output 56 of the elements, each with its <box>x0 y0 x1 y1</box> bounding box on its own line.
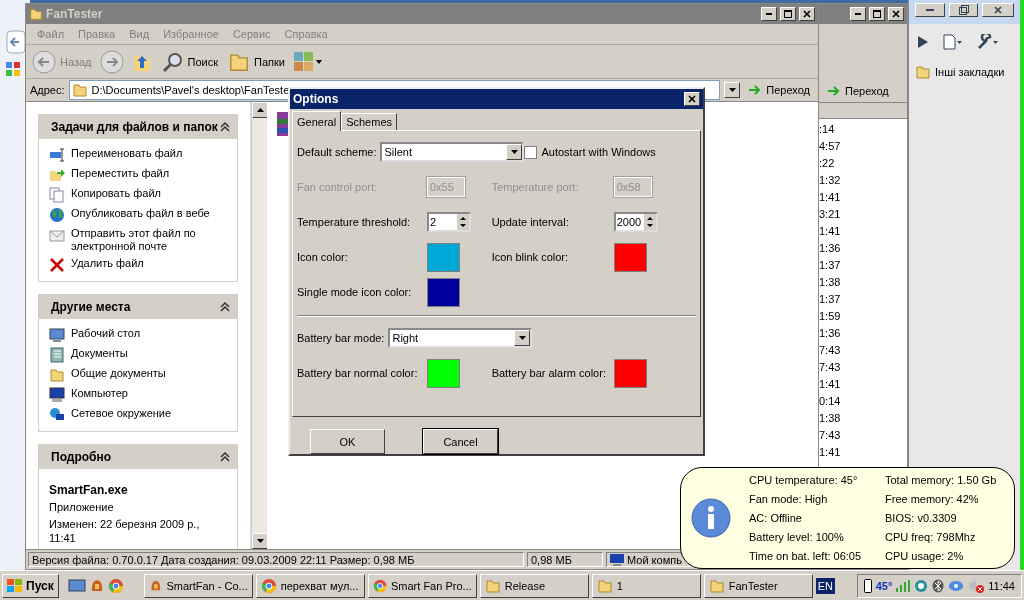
time-cell-text: 1:41 <box>819 377 842 392</box>
input-field: 0x58 <box>613 177 652 198</box>
address-label: Адрес: <box>30 84 65 96</box>
info-text: Battery level: 100% <box>749 529 845 545</box>
field-label: Icon blink color: <box>491 251 570 264</box>
panel-title: Другие места <box>51 300 131 314</box>
field-label: Update interval: <box>491 216 570 229</box>
time-cell-text: 1:36 <box>819 326 842 341</box>
window-title: FanTester <box>46 7 104 21</box>
panel-title: Подробно <box>51 450 112 464</box>
time-cell-text: 0:14 <box>819 394 842 409</box>
time-cell-text: 1:32 <box>819 173 842 188</box>
info-text: Fan mode: High <box>749 491 829 507</box>
field-label: Icon color: <box>297 251 349 264</box>
time-cell-text: 3:21 <box>819 207 842 222</box>
time-cell-text: :14 <box>819 122 836 137</box>
time-cell-text: 1:37 <box>819 292 842 307</box>
time-cell-text: 7:43 <box>819 343 842 358</box>
info-text: CPU freq: 798Mhz <box>885 529 977 545</box>
field-label: Temperature port: <box>491 181 580 194</box>
field-label: Default scheme: <box>297 146 377 159</box>
time-cell-text: 4:57 <box>819 139 842 154</box>
info-text: BIOS: v0.3309 <box>885 510 958 526</box>
temperature-text: 45° <box>875 579 893 592</box>
time-cell-text: 1:38 <box>819 275 842 290</box>
info-text: CPU temperature: 45° <box>749 472 859 488</box>
field-label: Temperature threshold: <box>297 216 412 229</box>
field-label: Single mode icon color: <box>297 286 413 299</box>
panel-title: Задачи для файлов и папок <box>51 120 218 134</box>
clock: 11:44 <box>988 579 1015 592</box>
time-cell-text: :22 <box>819 156 836 171</box>
time-cell-text: 1:41 <box>819 190 842 205</box>
info-text: AC: Offline <box>749 510 803 526</box>
info-text: CPU usage: 2% <box>885 548 965 564</box>
time-cell-text: 7:43 <box>819 360 842 375</box>
status-text: Версия файла: 0.70.0.17 Дата создания: 09.03.2009 22:11 Размер: 0,98 МБ <box>28 552 524 567</box>
checkbox-label: Autostart with Windows <box>541 146 656 159</box>
time-cell-text: 1:38 <box>819 411 842 426</box>
time-cell-text: 1:36 <box>819 241 842 256</box>
time-cell-text: 1:41 <box>819 224 842 239</box>
time-cell-text: 1:41 <box>819 445 842 460</box>
time-cell-text: 1:59 <box>819 309 842 324</box>
input-field: 0x55 <box>427 177 465 198</box>
time-cell-text: 7:43 <box>819 428 842 443</box>
file-modified: Изменен: 22 березня 2009 р., 11:41 <box>49 517 201 545</box>
dialog-title: Options <box>293 92 340 106</box>
status-size: 0,98 МБ <box>527 552 603 567</box>
field-label: Battery bar normal color: <box>297 367 419 380</box>
file-type: Приложение <box>49 501 115 513</box>
time-cell-text: 1:37 <box>819 258 842 273</box>
field-label: Battery bar alarm color: <box>491 367 607 380</box>
field-label: Battery bar mode: <box>297 332 385 345</box>
info-text: Total memory: 1.50 Gb <box>885 472 998 488</box>
info-text: Free memory: 42% <box>885 491 980 507</box>
file-name: SmartFan.exe <box>49 483 129 497</box>
field-label: Fan control port: <box>297 181 379 194</box>
